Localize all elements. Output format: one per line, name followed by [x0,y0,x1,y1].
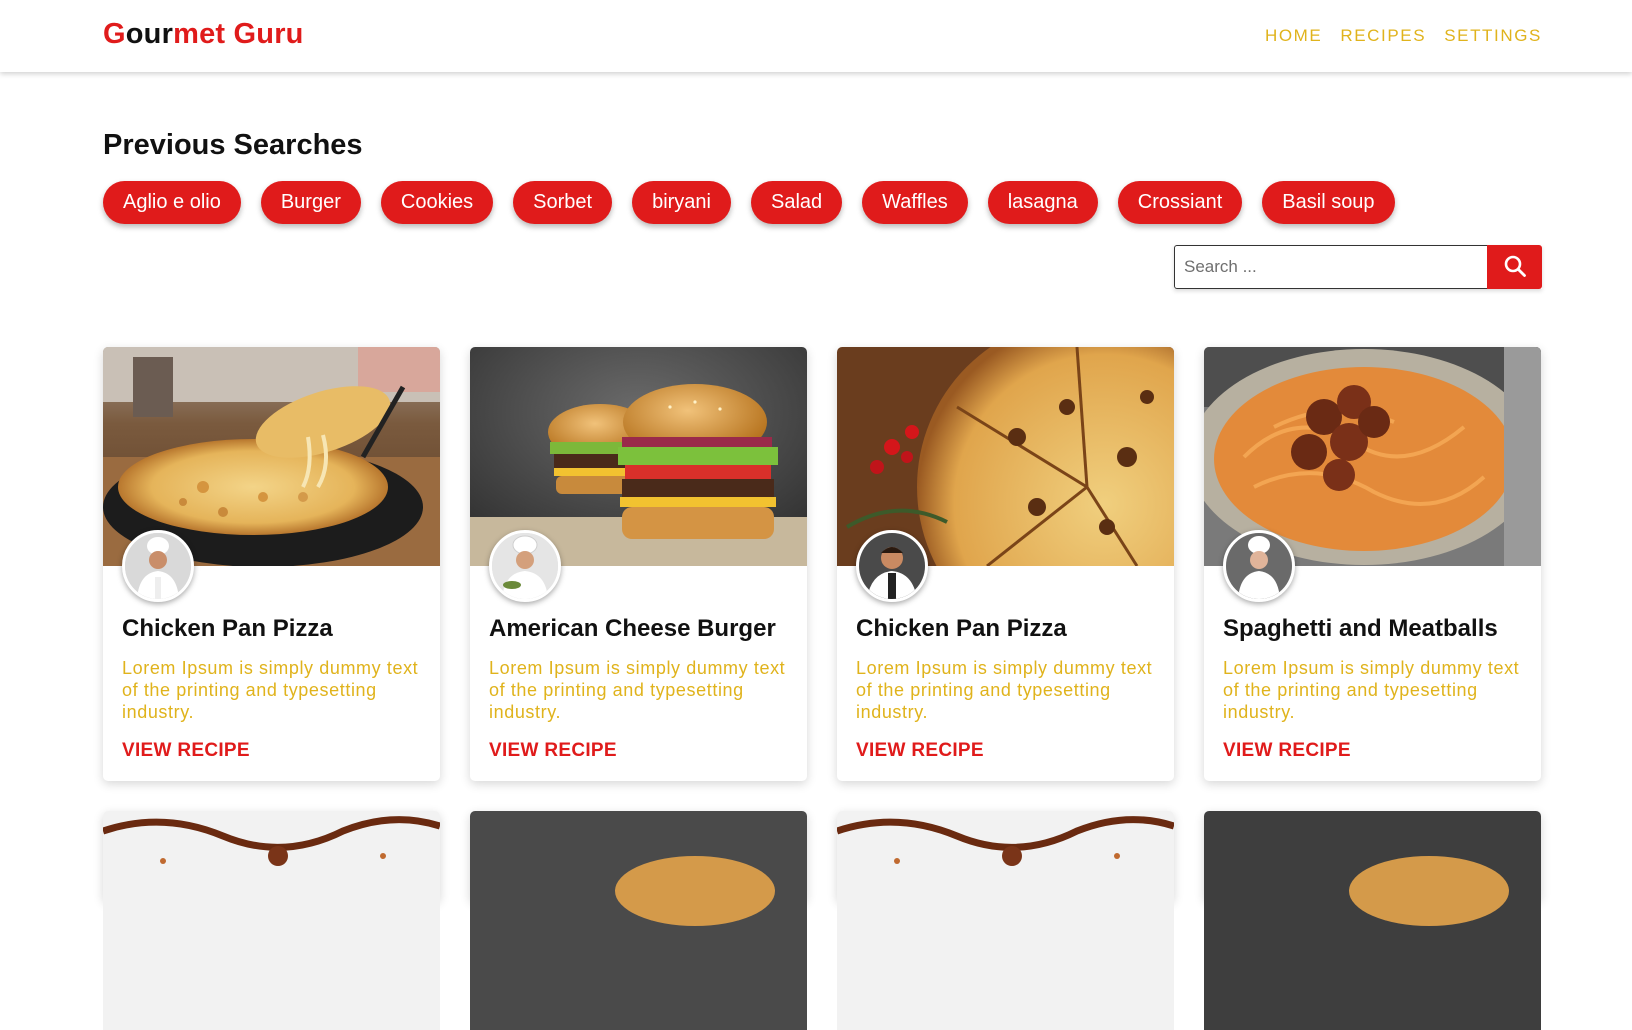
search-chip[interactable]: Crossiant [1117,181,1243,224]
view-recipe-link[interactable]: VIEW RECIPE [856,740,984,762]
brand-part: our [125,18,174,50]
view-recipe-link[interactable]: VIEW RECIPE [1223,740,1351,762]
recipe-title: Chicken Pan Pizza [122,615,333,642]
recipe-title: Spaghetti and Meatballs [1223,615,1498,642]
recipe-card: Spaghetti and Meatballs Lorem Ipsum is s… [1204,347,1541,781]
nav-recipes[interactable]: RECIPES [1340,26,1426,46]
view-recipe-link[interactable]: VIEW RECIPE [122,740,250,762]
recipe-grid: Chicken Pan Pizza Lorem Ipsum is simply … [103,347,1543,1030]
view-recipe-link[interactable]: VIEW RECIPE [489,740,617,762]
search-chip[interactable]: Aglio e olio [103,181,241,224]
search-chip[interactable]: Basil soup [1262,181,1395,224]
dessert-plate-photo [837,811,1174,1030]
recipe-card [470,811,807,1030]
search-chip[interactable]: Burger [260,181,361,224]
recipe-description: Lorem Ipsum is simply dummy text of the … [489,658,786,722]
search-chip[interactable]: Sorbet [513,181,613,224]
chef-avatar [1223,530,1295,602]
dessert-plate-photo [103,811,440,1030]
chef-avatar [856,530,928,602]
recipe-description: Lorem Ipsum is simply dummy text of the … [856,658,1153,722]
recipe-card [837,811,1174,1030]
brand-part: Guru [225,18,304,50]
search-chip[interactable]: biryani [632,181,731,224]
recipe-description: Lorem Ipsum is simply dummy text of the … [1223,658,1520,722]
recipe-card: American Cheese Burger Lorem Ipsum is si… [470,347,807,781]
burger-photo [470,811,807,1030]
brand-logo[interactable]: Gourmet Guru [103,18,304,51]
search-button[interactable] [1487,245,1542,289]
chef-avatar [489,530,561,602]
recipe-card: Chicken Pan Pizza Lorem Ipsum is simply … [103,347,440,781]
search-bar [1174,245,1542,289]
recipe-card [103,811,440,1030]
recipe-card: Chicken Pan Pizza Lorem Ipsum is simply … [837,347,1174,781]
chef-avatar [122,530,194,602]
nav-settings[interactable]: SETTINGS [1444,26,1542,46]
main-nav: HOME RECIPES SETTINGS [1265,26,1542,46]
search-chip[interactable]: Waffles [862,181,968,224]
search-input[interactable] [1174,245,1487,289]
search-chip[interactable]: Cookies [380,181,494,224]
nav-home[interactable]: HOME [1265,26,1322,46]
brand-part: G [103,18,126,50]
top-navbar: Gourmet Guru HOME RECIPES SETTINGS [0,0,1632,72]
previous-search-chips: Aglio e olio Burger Cookies Sorbet birya… [103,181,1395,224]
recipe-title: American Cheese Burger [489,615,776,642]
search-chip[interactable]: lasagna [987,181,1098,224]
recipe-card [1204,811,1541,1030]
recipe-description: Lorem Ipsum is simply dummy text of the … [122,658,419,722]
search-icon [1503,254,1527,281]
search-chip[interactable]: Salad [751,181,843,224]
recipe-title: Chicken Pan Pizza [856,615,1067,642]
burger-photo [1204,811,1541,1030]
previous-searches-heading: Previous Searches [103,129,363,161]
brand-part: met [173,18,226,50]
